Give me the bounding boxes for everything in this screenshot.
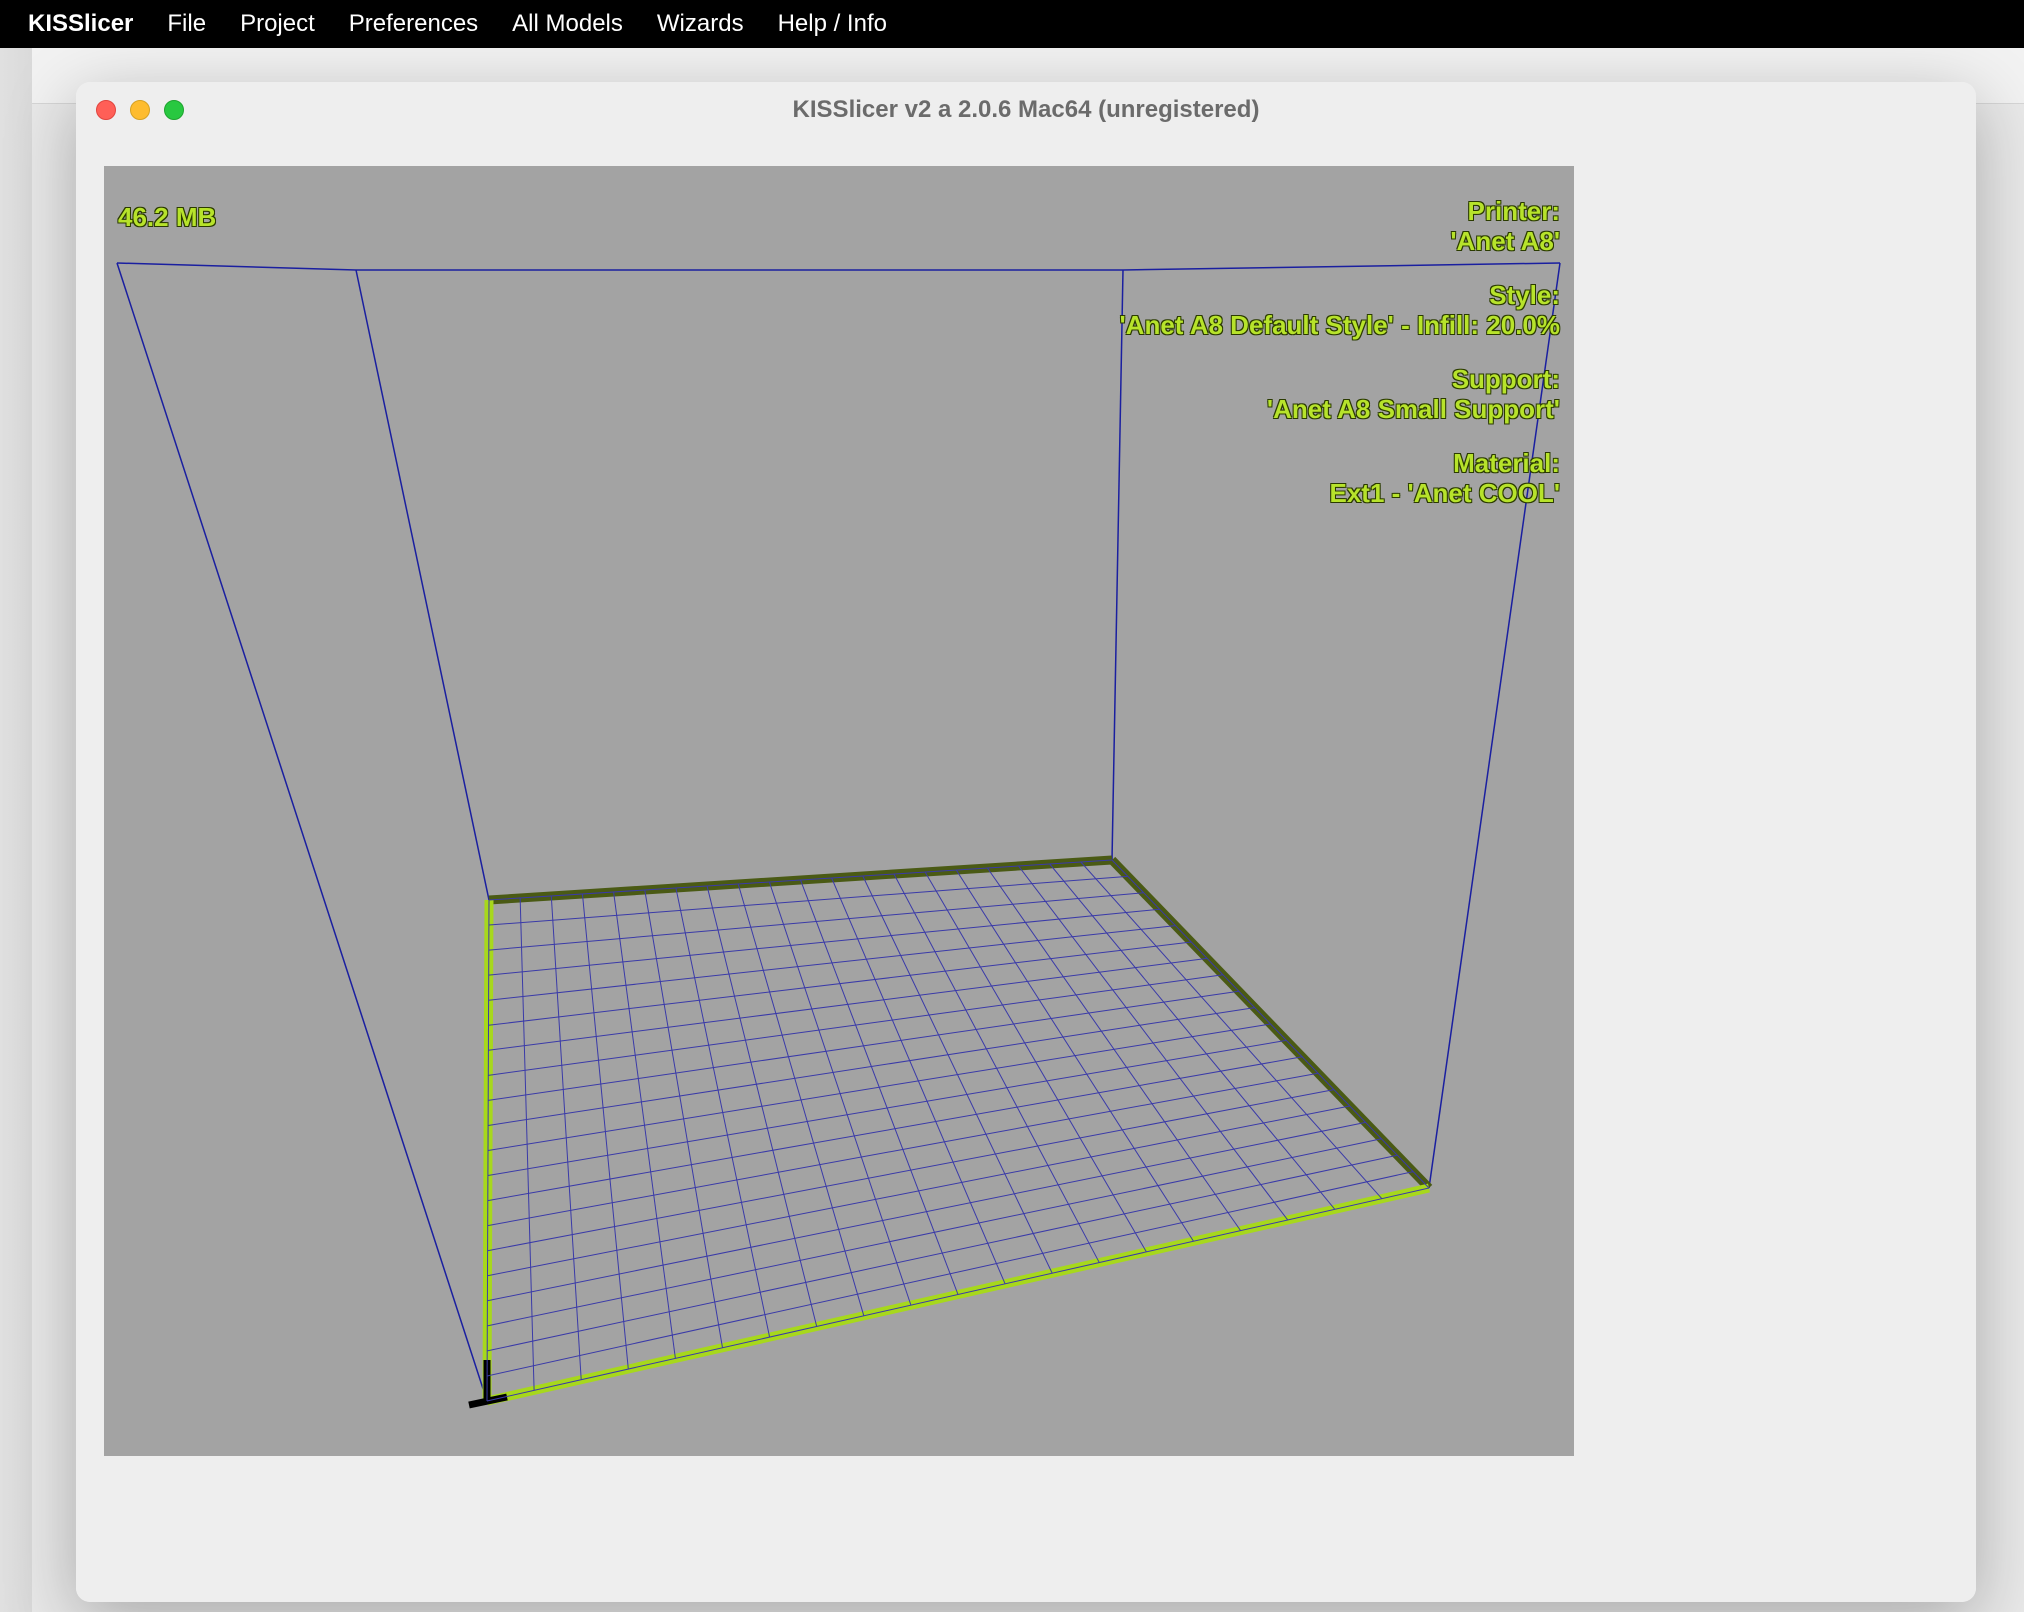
style-value: 'Anet A8 Default Style' - Infill: 20.0%: [1120, 310, 1561, 341]
window-titlebar[interactable]: KISSlicer v2 a 2.0.6 Mac64 (unregistered…: [76, 82, 1976, 138]
menu-project[interactable]: Project: [240, 10, 315, 38]
support-value: 'Anet A8 Small Support': [1267, 394, 1560, 425]
support-label: Support:: [1452, 364, 1560, 395]
build-volume-render: [104, 166, 1574, 1456]
zoom-icon[interactable]: [164, 100, 184, 120]
menubar-app-name[interactable]: KISSlicer: [28, 10, 133, 38]
style-label: Style:: [1489, 280, 1560, 311]
menu-all-models[interactable]: All Models: [512, 10, 623, 38]
printer-label: Printer:: [1468, 196, 1560, 227]
close-icon[interactable]: [96, 100, 116, 120]
printer-value: 'Anet A8': [1450, 226, 1560, 257]
window-body: 46.2 MB Printer: 'Anet A8' Style: 'Anet …: [76, 138, 1976, 1602]
minimize-icon[interactable]: [130, 100, 150, 120]
material-label: Material:: [1453, 448, 1560, 479]
traffic-lights: [96, 100, 184, 120]
menu-wizards[interactable]: Wizards: [657, 10, 744, 38]
os-menubar: KISSlicer File Project Preferences All M…: [0, 0, 2024, 48]
3d-viewport[interactable]: 46.2 MB Printer: 'Anet A8' Style: 'Anet …: [104, 166, 1574, 1456]
menu-help-info[interactable]: Help / Info: [778, 10, 887, 38]
memory-readout: 46.2 MB: [118, 202, 216, 233]
dock-edge: [0, 48, 32, 1612]
app-window: KISSlicer v2 a 2.0.6 Mac64 (unregistered…: [76, 82, 1976, 1602]
window-title: KISSlicer v2 a 2.0.6 Mac64 (unregistered…: [76, 96, 1976, 124]
material-value: Ext1 - 'Anet COOL': [1330, 478, 1561, 509]
menu-file[interactable]: File: [167, 10, 206, 38]
menu-preferences[interactable]: Preferences: [349, 10, 478, 38]
